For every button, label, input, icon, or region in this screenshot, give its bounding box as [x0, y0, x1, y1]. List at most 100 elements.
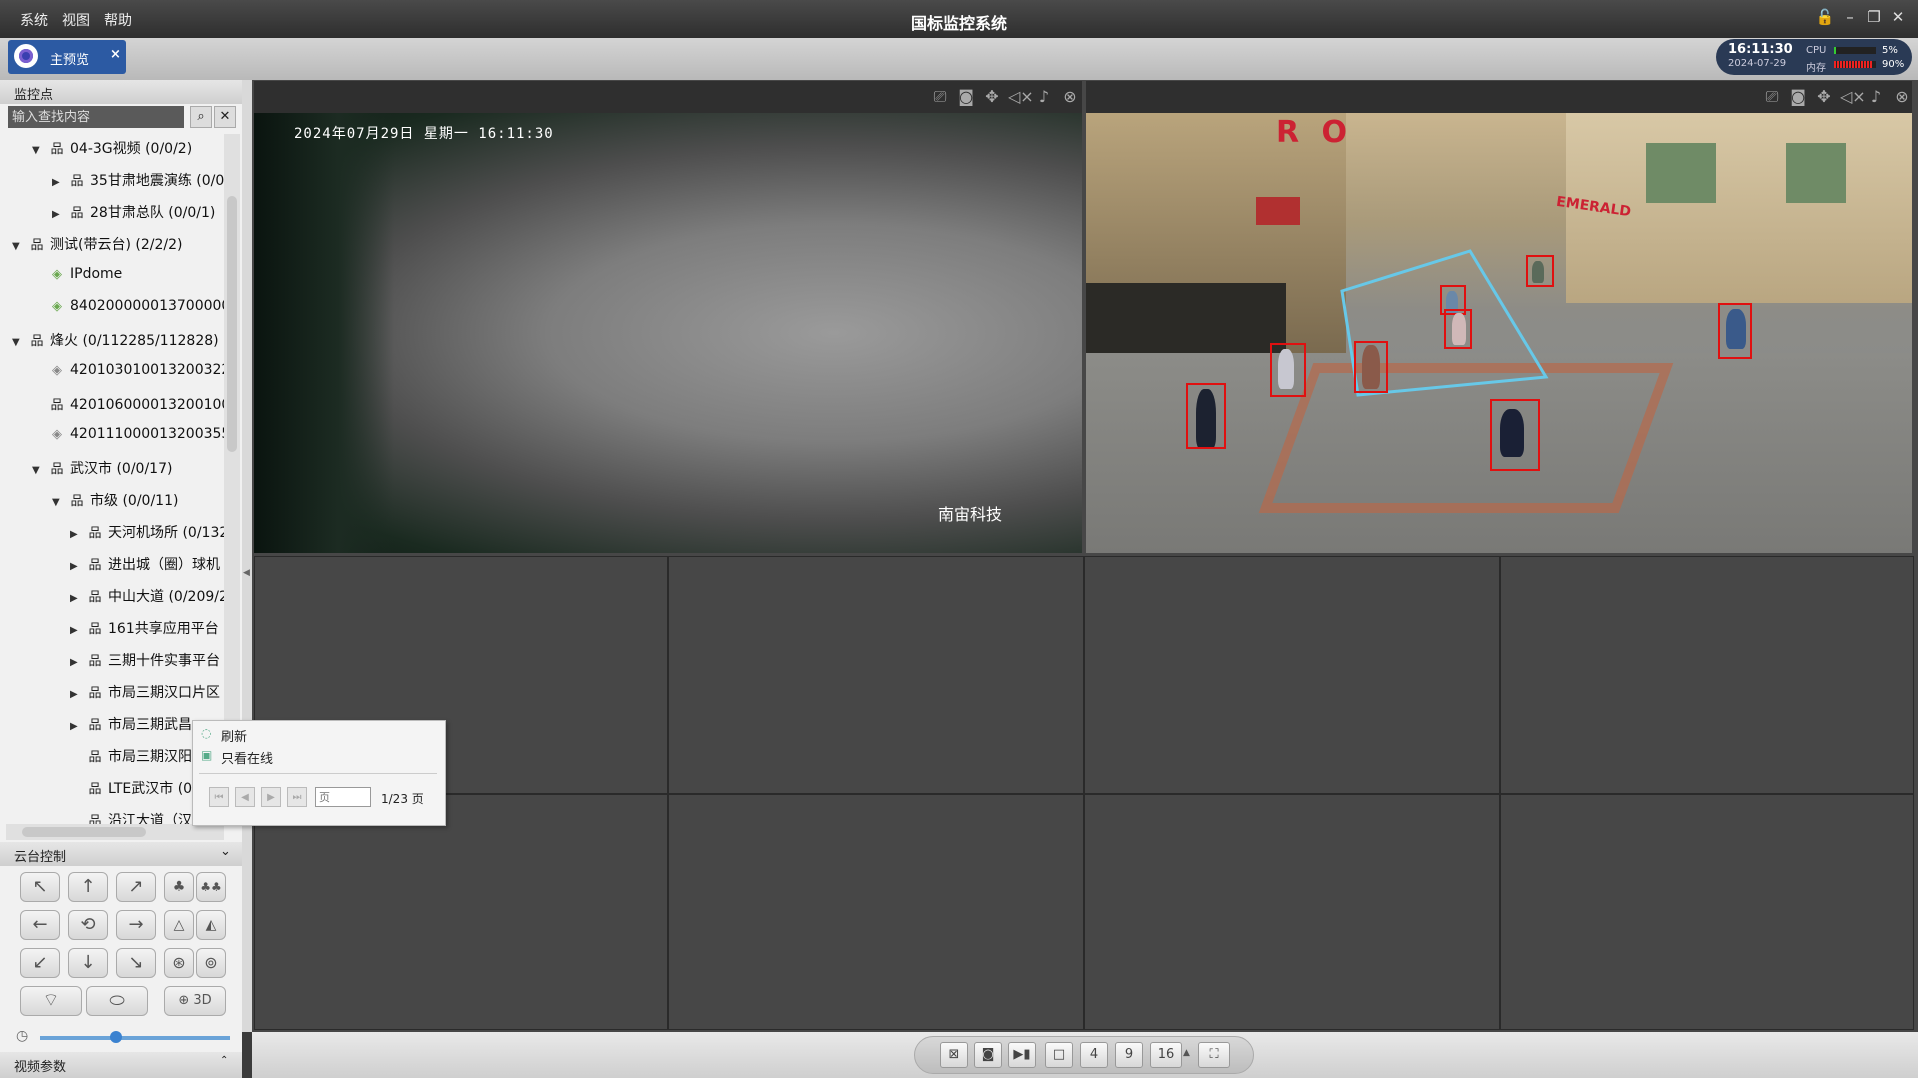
tree-node[interactable]: ▶ 品三期十件实事平台 [70, 650, 220, 674]
tree-node[interactable]: ◈ 8402000000137000001 [32, 298, 224, 322]
split-4-button[interactable]: 4 [1080, 1042, 1108, 1068]
ptz-down-left-button[interactable]: ↙ [20, 948, 60, 978]
collapse-triangle-icon[interactable]: ▼ [32, 465, 48, 476]
fullscreen-button[interactable]: ⛶ [1198, 1042, 1230, 1068]
expand-triangle-icon[interactable]: ▶ [52, 209, 68, 220]
tree-node[interactable]: ◈ IPdome [32, 266, 122, 290]
tree-node[interactable]: ◈ 4201110000132003554 [32, 426, 224, 450]
tree-node[interactable]: ▼ 品测试(带云台) (2/2/2) [12, 234, 182, 258]
mute-icon[interactable]: ◁× [1008, 87, 1034, 107]
tree-node[interactable]: ▶ 品 28甘肃总队 (0/0/1) [52, 202, 215, 226]
snapshot-all-button[interactable]: ◙ [974, 1042, 1002, 1068]
restore-icon[interactable]: ❐ [1864, 8, 1884, 26]
search-input[interactable] [8, 106, 184, 128]
menu-item-refresh[interactable]: 刷新 [221, 726, 247, 745]
tree-node[interactable]: ▶ 品 35甘肃地震演练 (0/0/ [52, 170, 224, 194]
wiper-button[interactable]: ⌔ [20, 986, 82, 1016]
expand-triangle-icon[interactable]: ▶ [70, 625, 86, 636]
tree-node[interactable]: 品 420106000013200100 ( [32, 394, 224, 418]
tree-node[interactable]: ▼ 品 04-3G视频 (0/0/2) [32, 138, 192, 162]
mute-icon[interactable]: ◁× [1840, 87, 1866, 107]
expand-triangle-icon[interactable]: ▶ [70, 721, 86, 732]
detection-box[interactable] [1186, 383, 1226, 449]
expand-triangle-icon[interactable]: ▶ [70, 689, 86, 700]
prev-page-button[interactable]: ◀ [235, 787, 255, 807]
tree-node[interactable]: 品沿江大道（汉 [70, 810, 192, 824]
ptz-down-right-button[interactable]: ↘ [116, 948, 156, 978]
split-16-button[interactable]: 16 [1150, 1042, 1182, 1068]
ptz-auto-rotate-button[interactable]: ⟲ [68, 910, 108, 940]
record-icon[interactable]: ⎚ [1762, 87, 1782, 107]
tree-node[interactable]: ▶ 品进出城（圈）球机 [70, 554, 220, 578]
tree-node[interactable]: ▼ 品武汉市 (0/0/17) [32, 458, 172, 482]
search-icon[interactable]: ⌕ [190, 106, 212, 128]
empty-video-cell[interactable] [668, 556, 1084, 794]
detection-box[interactable] [1718, 303, 1752, 359]
empty-video-cell[interactable] [668, 794, 1084, 1030]
zoom-in-tele-button[interactable]: ♣ [164, 872, 194, 902]
split-9-button[interactable]: 9 [1115, 1042, 1143, 1068]
ptz-left-button[interactable]: ← [20, 910, 60, 940]
record-all-button[interactable]: ▶▮ [1008, 1042, 1036, 1068]
ptz-move-icon[interactable]: ✥ [1814, 87, 1834, 107]
collapse-triangle-icon[interactable]: ▼ [12, 337, 28, 348]
light-button[interactable]: ⬭ [86, 986, 148, 1016]
tree-vertical-scroll-thumb[interactable] [227, 196, 237, 452]
expand-triangle-icon[interactable]: ▶ [70, 561, 86, 572]
detection-box[interactable] [1444, 309, 1472, 349]
menu-item-online-only[interactable]: 只看在线 [221, 748, 273, 767]
talk-icon[interactable]: ♪ [1034, 87, 1054, 107]
split-dropdown-icon[interactable]: ▲ [1183, 1048, 1190, 1058]
tree-node[interactable]: 品市局三期汉阳 [70, 746, 192, 770]
video-params-header[interactable]: 视频参数 ⌃ [0, 1052, 242, 1078]
snapshot-icon[interactable]: ◙ [956, 87, 976, 107]
ptz-down-button[interactable]: ↓ [68, 948, 108, 978]
detection-box[interactable] [1270, 343, 1306, 397]
empty-video-cell[interactable] [1500, 794, 1914, 1030]
snapshot-icon[interactable]: ◙ [1788, 87, 1808, 107]
tree-node[interactable]: ▶ 品天河机场所 (0/132 [70, 522, 224, 546]
ptz-up-right-button[interactable]: ↗ [116, 872, 156, 902]
minimize-icon[interactable]: – [1840, 8, 1860, 26]
tree-node[interactable]: ▶ 品 161共享应用平台 [70, 618, 219, 642]
focus-near-button[interactable]: △ [164, 910, 194, 940]
split-1-button[interactable]: □ [1045, 1042, 1073, 1068]
tree-node[interactable]: 品 LTE武汉市 (0 [70, 778, 192, 802]
tab-close-icon[interactable]: × [110, 47, 121, 62]
close-all-videos-button[interactable]: ⊠ [940, 1042, 968, 1068]
zoom-3d-button[interactable]: ⊕ 3D [164, 986, 226, 1016]
tab-main-preview[interactable]: 主预览 × [8, 40, 126, 74]
zoom-out-wide-button[interactable]: ♣♣ [196, 872, 226, 902]
tree-node[interactable]: ▶ 品市局三期汉口片区 [70, 682, 220, 706]
panel-splitter[interactable] [242, 80, 252, 1032]
detection-box[interactable] [1526, 255, 1554, 287]
collapse-panel-icon[interactable]: ◀ [243, 568, 250, 578]
ptz-move-icon[interactable]: ✥ [982, 87, 1002, 107]
close-video-icon[interactable]: ⊗ [1892, 87, 1912, 107]
record-icon[interactable]: ⎚ [930, 87, 950, 107]
tree-node[interactable]: ▶ 品市局三期武昌 [70, 714, 192, 738]
lock-icon[interactable]: 🔓 [1815, 8, 1835, 26]
close-video-icon[interactable]: ⊗ [1060, 87, 1080, 107]
iris-close-button[interactable]: ⊚ [196, 948, 226, 978]
collapse-triangle-icon[interactable]: ▼ [52, 497, 68, 508]
ptz-header[interactable]: 云台控制 ⌄ [0, 842, 242, 866]
empty-video-cell[interactable] [254, 794, 668, 1030]
ptz-speed-slider[interactable] [40, 1036, 230, 1040]
detection-box[interactable] [1354, 341, 1388, 393]
ptz-up-button[interactable]: ↑ [68, 872, 108, 902]
tree-horizontal-scroll-thumb[interactable] [22, 827, 146, 837]
page-input[interactable] [315, 787, 371, 807]
last-page-button[interactable]: ⏭ [287, 787, 307, 807]
empty-video-cell[interactable] [1084, 556, 1500, 794]
tree-node[interactable]: ▶ 品中山大道 (0/209/2 [70, 586, 224, 610]
empty-video-cell[interactable] [1084, 794, 1500, 1030]
clear-search-icon[interactable]: ✕ [214, 106, 236, 128]
tree-node[interactable]: ▼ 品烽火 (0/112285/112828) [12, 330, 219, 354]
expand-triangle-icon[interactable]: ▶ [52, 177, 68, 188]
expand-triangle-icon[interactable]: ▶ [70, 529, 86, 540]
ptz-up-left-button[interactable]: ↖ [20, 872, 60, 902]
first-page-button[interactable]: ⏮ [209, 787, 229, 807]
close-icon[interactable]: ✕ [1888, 8, 1908, 26]
expand-triangle-icon[interactable]: ▶ [70, 593, 86, 604]
